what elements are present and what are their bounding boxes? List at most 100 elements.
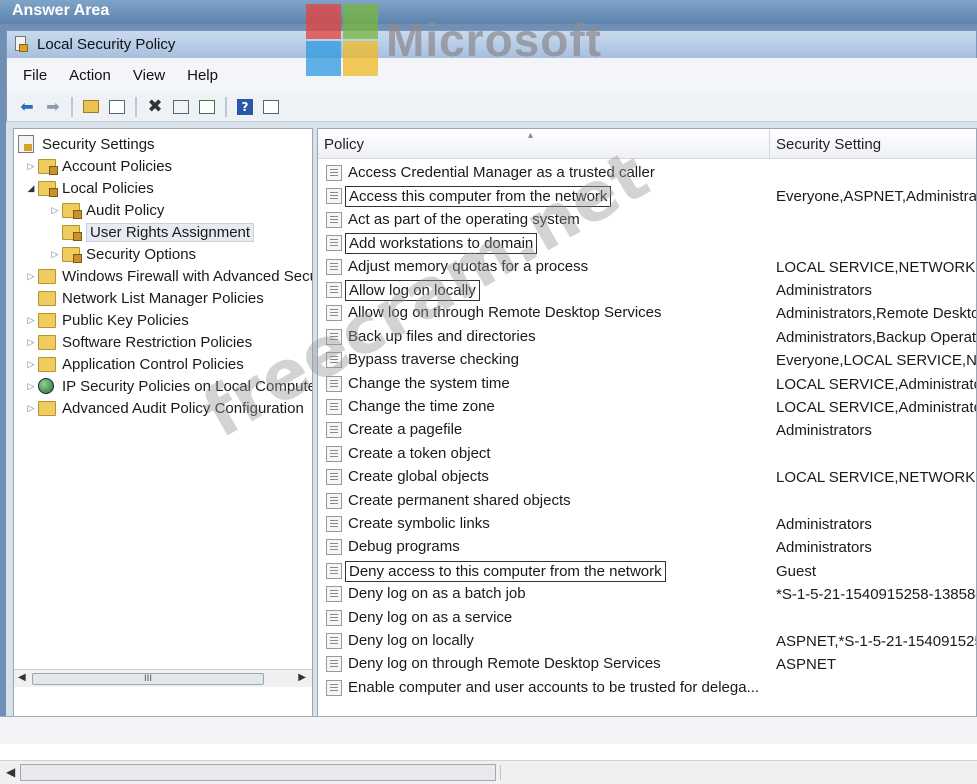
tree-item-label: Software Restriction Policies <box>62 333 253 351</box>
policy-row[interactable]: Allow log on through Remote Desktop Serv… <box>318 302 976 325</box>
content-area: Security Settings ▷ Account Policies ◢ L… <box>6 122 977 720</box>
delete-icon[interactable]: ✖ <box>145 96 165 117</box>
up-folder-icon[interactable] <box>81 97 101 117</box>
policy-row[interactable]: Debug programs Administrators <box>318 536 976 559</box>
policy-security-setting: LOCAL SERVICE,NETWORK SER <box>776 469 976 487</box>
policy-icon <box>326 633 342 649</box>
scroll-right-icon[interactable]: ▶ <box>298 672 306 683</box>
policy-row[interactable]: Deny log on as a service <box>318 607 976 630</box>
policy-security-setting: Guest <box>776 562 817 580</box>
policy-row[interactable]: Deny log on as a batch job *S-1-5-21-1540… <box>318 583 976 606</box>
policy-row[interactable]: Bypass traverse checking Everyone,LOCAL S… <box>318 349 976 372</box>
scroll-thumb[interactable] <box>20 764 496 781</box>
tree-root[interactable]: Security Settings <box>18 133 155 155</box>
answer-area-label: Answer Area <box>12 2 110 19</box>
status-bar <box>0 716 977 744</box>
policy-icon <box>326 375 342 392</box>
policy-row[interactable]: Create permanent shared objects <box>318 490 976 513</box>
navigation-tree: Security Settings ▷ Account Policies ◢ L… <box>13 128 313 720</box>
policy-name: Change the time zone <box>348 398 495 415</box>
policy-row[interactable]: Deny log on locally ASPNET,*S-1-5-21-1540… <box>318 630 976 653</box>
policy-row[interactable]: Create a token object <box>318 443 976 466</box>
tree-item-security-options[interactable]: ▷ Security Options <box>48 243 196 265</box>
tree-root-label: Security Settings <box>42 135 155 153</box>
tree-item-ip-security[interactable]: ▷ IP Security Policies on Local Compute <box>24 375 312 397</box>
policy-icon <box>326 305 342 322</box>
policy-row[interactable]: Create symbolic links Administrators <box>318 513 976 536</box>
policy-name: Allow log on locally <box>345 280 480 301</box>
policy-row[interactable]: Adjust memory quotas for a process LOCAL … <box>318 256 976 279</box>
policy-row[interactable]: Allow log on locally Administrators <box>318 279 976 302</box>
console-icon[interactable] <box>261 97 281 117</box>
toolbar-separator <box>71 96 73 117</box>
folder-icon <box>38 312 56 328</box>
expand-arrow-icon[interactable]: ▷ <box>24 403 38 414</box>
tree-item-label: User Rights Assignment <box>86 222 255 242</box>
help-icon[interactable]: ? <box>235 97 255 117</box>
microsoft-wordmark: Microsoft <box>386 14 602 66</box>
policy-security-setting: LOCAL SERVICE,Administrators <box>776 375 977 393</box>
tree-horizontal-scrollbar[interactable]: ◀ III ▶ <box>14 669 312 687</box>
policy-security-setting: LOCAL SERVICE,Administrators <box>776 399 977 416</box>
expand-arrow-icon[interactable]: ▷ <box>48 249 62 260</box>
show-hide-tree-icon[interactable] <box>107 97 127 117</box>
back-arrow-icon[interactable]: ⬅ <box>17 97 37 117</box>
tree-item-software-restriction[interactable]: ▷ Software Restriction Policies <box>24 331 253 353</box>
menu-help[interactable]: Help <box>187 67 218 84</box>
collapse-arrow-icon[interactable]: ◢ <box>24 183 38 194</box>
policy-row[interactable]: Create global objects LOCAL SERVICE,NETWO… <box>318 466 976 489</box>
policy-icon <box>326 352 342 369</box>
tree-item-user-rights-assignment[interactable]: User Rights Assignment <box>48 221 255 243</box>
expand-arrow-icon[interactable]: ▷ <box>24 337 38 348</box>
page-horizontal-scrollbar[interactable]: ◀ <box>0 760 977 784</box>
policy-row[interactable]: Deny access to this computer from the ne… <box>318 560 976 583</box>
policy-icon <box>326 188 342 205</box>
tree-item-local-policies[interactable]: ◢ Local Policies <box>24 177 154 199</box>
menu-file[interactable]: File <box>23 67 47 84</box>
forward-arrow-icon[interactable]: ➡ <box>43 97 63 117</box>
policy-name: Create a pagefile <box>348 421 463 439</box>
policy-name: Deny access to this computer from the ne… <box>345 560 666 582</box>
menu-action[interactable]: Action <box>69 67 111 84</box>
folder-icon <box>38 356 56 372</box>
expand-arrow-icon[interactable]: ▷ <box>24 359 38 370</box>
expand-arrow-icon[interactable]: ▷ <box>24 161 38 172</box>
folder-icon <box>62 224 82 241</box>
policy-name: Adjust memory quotas for a process <box>348 257 589 275</box>
policy-row[interactable]: Enable computer and user accounts to be … <box>318 677 976 700</box>
expand-arrow-icon[interactable]: ▷ <box>24 271 38 282</box>
folder-icon <box>38 268 56 284</box>
scroll-left-icon[interactable]: ◀ <box>6 765 15 779</box>
tree-item-advanced-audit[interactable]: ▷ Advanced Audit Policy Configuration <box>24 397 304 419</box>
column-setting-label: Security Setting <box>776 135 882 153</box>
tree-item-application-control[interactable]: ▷ Application Control Policies <box>24 353 244 375</box>
menu-view[interactable]: View <box>133 67 165 84</box>
properties-icon[interactable] <box>171 97 191 117</box>
expand-arrow-icon[interactable]: ▷ <box>24 381 38 392</box>
policy-row[interactable]: Change the system time LOCAL SERVICE,Admi… <box>318 373 977 396</box>
policy-row[interactable]: Access Credential Manager as a trusted c… <box>318 162 976 185</box>
tree-item-account-policies[interactable]: ▷ Account Policies <box>24 155 172 177</box>
policy-row[interactable]: Deny log on through Remote Desktop Servi… <box>318 653 976 676</box>
export-list-icon[interactable] <box>197 97 217 117</box>
policy-row[interactable]: Create a pagefile Administrators <box>318 419 976 442</box>
scroll-left-icon[interactable]: ◀ <box>18 672 26 683</box>
expand-arrow-icon[interactable]: ▷ <box>24 315 38 326</box>
expand-arrow-icon[interactable]: ▷ <box>48 205 62 216</box>
tree-item-network-list-manager[interactable]: Network List Manager Policies <box>24 287 264 309</box>
toolbar-separator <box>225 96 227 117</box>
security-policy-icon <box>13 35 29 54</box>
policy-row[interactable]: Add workstations to domain <box>318 232 976 255</box>
policy-row[interactable]: Act as part of the operating system <box>318 209 976 232</box>
policy-row[interactable]: Back up files and directories Administrat… <box>318 326 976 349</box>
policy-row[interactable]: Access this computer from the network Eve… <box>318 185 976 208</box>
tree-item-label: Local Policies <box>62 179 154 197</box>
column-header-policy[interactable]: Policy ▴ <box>318 129 770 159</box>
tree-item-audit-policy[interactable]: ▷ Audit Policy <box>48 199 164 221</box>
scroll-thumb[interactable]: III <box>32 673 264 685</box>
column-header-security-setting[interactable]: Security Setting <box>770 129 976 159</box>
tree-item-public-key-policies[interactable]: ▷ Public Key Policies <box>24 309 189 331</box>
tree-item-windows-firewall[interactable]: ▷ Windows Firewall with Advanced Secu <box>24 265 312 287</box>
policy-row[interactable]: Change the time zone LOCAL SERVICE,Admini… <box>318 396 977 419</box>
policy-security-setting: Administrators <box>776 539 872 557</box>
